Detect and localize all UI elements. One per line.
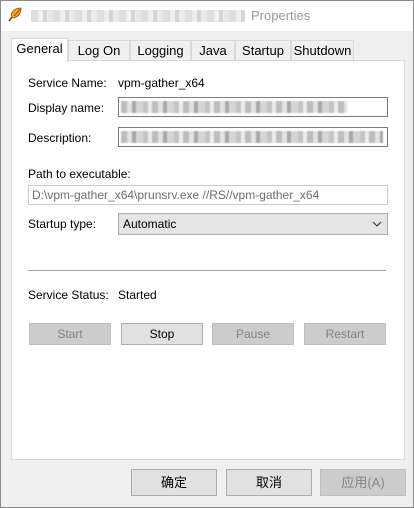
stop-button[interactable]: Stop	[121, 323, 203, 345]
description-field[interactable]	[118, 127, 388, 147]
pause-button[interactable]: Pause	[212, 323, 294, 345]
title-bar[interactable]: Properties	[1, 1, 413, 31]
display-name-label: Display name:	[28, 101, 105, 115]
apply-button[interactable]: 应用(A)	[320, 469, 406, 496]
display-name-redacted	[121, 101, 347, 113]
ok-button[interactable]: 确定	[131, 469, 217, 496]
tab-startup[interactable]: Startup	[235, 40, 291, 61]
tab-log-on[interactable]: Log On	[68, 40, 130, 61]
tab-general[interactable]: General	[11, 38, 68, 62]
description-label: Description:	[28, 131, 92, 145]
tab-java[interactable]: Java	[191, 40, 235, 61]
service-name-label: Service Name:	[28, 76, 107, 90]
description-redacted	[121, 131, 383, 143]
window-title: Properties	[251, 8, 311, 23]
display-name-field[interactable]	[118, 97, 388, 117]
startup-type-select[interactable]: Automatic	[118, 213, 388, 235]
restart-button[interactable]: Restart	[304, 323, 386, 345]
start-button[interactable]: Start	[29, 323, 111, 345]
startup-type-value: Automatic	[123, 217, 177, 231]
path-field: D:\vpm-gather_x64\prunsrv.exe //RS//vpm-…	[28, 185, 388, 205]
tab-shutdown[interactable]: Shutdown	[291, 40, 354, 61]
general-panel: Service Name: vpm-gather_x64 Display nam…	[11, 60, 405, 460]
service-status-value: Started	[118, 288, 157, 302]
feather-app-icon	[8, 7, 22, 22]
service-name-value: vpm-gather_x64	[118, 76, 205, 90]
startup-type-label: Startup type:	[28, 217, 97, 231]
path-label: Path to executable:	[28, 167, 131, 181]
cancel-button[interactable]: 取消	[226, 469, 312, 496]
separator-line	[28, 270, 386, 271]
chevron-down-icon	[372, 221, 382, 227]
service-status-label: Service Status:	[28, 288, 109, 302]
tab-logging[interactable]: Logging	[130, 40, 191, 61]
properties-window: Properties General Log On Logging Java S…	[0, 0, 414, 508]
title-redacted	[31, 10, 245, 22]
